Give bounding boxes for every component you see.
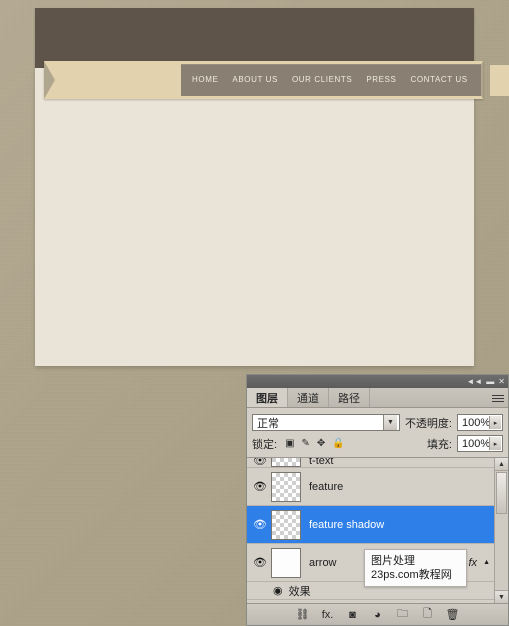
nav-item-press[interactable]: PRESS	[359, 64, 403, 96]
fill-input[interactable]: 100% ▸	[457, 435, 503, 452]
layer-name: feature	[309, 480, 344, 493]
new-layer-icon[interactable]: 🗋	[421, 605, 435, 624]
delete-layer-icon[interactable]: 🗑	[446, 608, 460, 621]
layer-mask-icon[interactable]: ◙	[346, 609, 360, 621]
fill-label: 填充:	[426, 438, 452, 451]
effects-label: 效果	[288, 585, 311, 598]
nav-item-contact-us[interactable]: CONTACT US	[403, 64, 474, 96]
minimize-icon[interactable]: ▬	[486, 377, 494, 386]
blend-mode-row: 正常 ▼ 不透明度: 100% ▸	[252, 412, 503, 433]
scroll-down-icon[interactable]: ▼	[495, 590, 508, 603]
layer-name: t-text	[309, 458, 334, 467]
layer-thumbnail	[271, 547, 301, 578]
table-row[interactable]: 👁 t-text	[247, 458, 494, 468]
layer-thumbnail	[271, 458, 301, 467]
scrollbar-thumb[interactable]	[496, 472, 507, 514]
tab-paths[interactable]: 路径	[329, 388, 370, 407]
panel-tab-bar: 图层 通道 路径	[247, 388, 508, 408]
panel-menu-icon[interactable]	[492, 392, 504, 404]
opacity-input[interactable]: 100% ▸	[457, 414, 503, 431]
layer-name: arrow	[309, 556, 337, 569]
layer-list-scrollbar[interactable]: ▲ ▼	[494, 458, 508, 603]
watermark-line-1: 图片处理	[371, 555, 415, 567]
mockup-content-panel	[35, 68, 474, 366]
mockup-header-band	[35, 8, 474, 68]
chevron-down-icon[interactable]: ▼	[382, 415, 397, 430]
lock-position-icon[interactable]: ✥	[317, 438, 325, 449]
layers-panel: ◄◄ ▬ ✕ 图层 通道 路径 正常 ▼ 不透明度: 100% ▸ 锁定: ▣	[246, 374, 509, 626]
table-row[interactable]: 👁 feature	[247, 468, 494, 506]
watermark-line-2: 23ps.com教程网	[371, 569, 452, 581]
fill-value: 100%	[462, 437, 491, 450]
eye-icon[interactable]: 👁	[249, 556, 271, 569]
tab-layers[interactable]: 图层	[247, 388, 288, 407]
new-group-icon[interactable]: 🗀	[396, 605, 410, 624]
layers-panel-toolbar: ⛓ fx. ◙ ◕ 🗀 🗋 🗑	[247, 603, 508, 625]
lock-all-icon[interactable]: 🔒	[332, 438, 344, 449]
layer-style-icon[interactable]: fx.	[321, 609, 335, 621]
collapse-icon[interactable]: ◄◄	[466, 377, 482, 386]
layer-name: feature shadow	[309, 518, 385, 531]
ribbon-notch-left	[44, 61, 55, 99]
layer-thumbnail	[271, 471, 301, 502]
link-layers-icon[interactable]: ⛓	[296, 608, 310, 621]
nav-item-home[interactable]: HOME	[185, 64, 225, 96]
lock-row: 锁定: ▣ ✎ ✥ 🔒 填充: 100% ▸	[252, 433, 503, 454]
fill-stepper-icon[interactable]: ▸	[489, 437, 501, 450]
eye-icon[interactable]: ◉	[273, 584, 283, 597]
scroll-up-icon[interactable]: ▲	[495, 458, 508, 471]
close-icon[interactable]: ✕	[498, 377, 505, 386]
blend-mode-select[interactable]: 正常 ▼	[252, 414, 400, 431]
eye-icon[interactable]: 👁	[249, 458, 271, 467]
eye-icon[interactable]: 👁	[249, 518, 271, 531]
nav-item-about-us[interactable]: ABOUT US	[225, 64, 285, 96]
panel-titlebar[interactable]: ◄◄ ▬ ✕	[247, 375, 508, 388]
fx-badge-icon: fx	[468, 556, 478, 569]
panel-controls: 正常 ▼ 不透明度: 100% ▸ 锁定: ▣ ✎ ✥ 🔒 填充: 100% ▸	[247, 408, 508, 454]
opacity-label: 不透明度:	[404, 417, 452, 430]
lock-image-pixels-icon[interactable]: ✎	[302, 438, 310, 449]
ribbon-tail-right	[490, 65, 509, 96]
lock-icon-group: ▣ ✎ ✥ 🔒	[282, 438, 345, 449]
blend-mode-value: 正常	[257, 417, 279, 430]
table-row[interactable]: 👁 feature shadow	[247, 506, 494, 544]
mockup-ribbon: HOME ABOUT US OUR CLIENTS PRESS CONTACT …	[30, 61, 509, 99]
watermark: 图片处理 23ps.com教程网	[364, 549, 467, 587]
lock-label: 锁定:	[252, 438, 278, 451]
opacity-stepper-icon[interactable]: ▸	[489, 416, 501, 429]
mockup-nav-bar: HOME ABOUT US OUR CLIENTS PRESS CONTACT …	[181, 64, 481, 96]
opacity-value: 100%	[462, 416, 491, 429]
nav-item-our-clients[interactable]: OUR CLIENTS	[285, 64, 359, 96]
lock-transparent-pixels-icon[interactable]: ▣	[285, 438, 294, 449]
chevron-up-icon[interactable]: ▲	[483, 559, 490, 566]
eye-icon[interactable]: 👁	[249, 480, 271, 493]
tab-channels[interactable]: 通道	[288, 388, 329, 407]
layer-thumbnail	[271, 509, 301, 540]
website-mockup: HOME ABOUT US OUR CLIENTS PRESS CONTACT …	[30, 8, 509, 366]
adjustment-layer-icon[interactable]: ◕	[371, 609, 385, 621]
